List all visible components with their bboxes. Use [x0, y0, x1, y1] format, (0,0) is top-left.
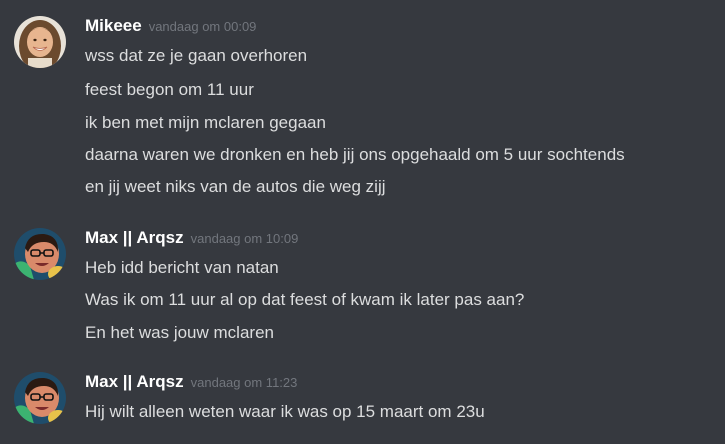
message-text: Hij wilt alleen weten waar ik was op 15 … [85, 402, 485, 421]
avatar[interactable] [14, 372, 66, 424]
message-text: feest begon om 11 uur [85, 80, 254, 99]
girl-avatar-icon [14, 16, 66, 68]
cartoon-avatar-icon [14, 228, 66, 280]
message-text: Heb idd bericht van natan [85, 258, 279, 277]
chat-message-list: Mikeee vandaag om 00:09 wss dat ze je gaa… [0, 0, 725, 444]
message-group: Max || Arqsz vandaag om 11:23 Hij wilt al… [0, 372, 725, 432]
message-text: en jij weet niks van de autos die weg zi… [85, 177, 386, 196]
message-text: ik ben met mijn mclaren gegaan [85, 113, 326, 132]
username[interactable]: Mikeee [85, 16, 142, 35]
message-group: Mikeee vandaag om 00:09 wss dat ze je gaa… [0, 16, 725, 206]
message-header: Max || Arqsz vandaag om 10:09 [85, 228, 298, 250]
message-text: Was ik om 11 uur al op dat feest of kwam… [85, 290, 525, 309]
username[interactable]: Max || Arqsz [85, 228, 184, 247]
timestamp[interactable]: vandaag om 00:09 [149, 19, 257, 34]
cartoon-avatar-icon [14, 372, 66, 424]
message-text: wss dat ze je gaan overhoren [85, 46, 308, 65]
timestamp[interactable]: vandaag om 10:09 [191, 231, 299, 246]
message-text: daarna waren we dronken en heb jij ons o… [85, 145, 625, 164]
message-header: Max || Arqsz vandaag om 11:23 [85, 372, 297, 394]
avatar[interactable] [14, 16, 66, 68]
username[interactable]: Max || Arqsz [85, 372, 184, 391]
timestamp[interactable]: vandaag om 11:23 [191, 375, 298, 390]
message-header: Mikeee vandaag om 00:09 [85, 16, 256, 38]
avatar[interactable] [14, 228, 66, 280]
message-text: En het was jouw mclaren [85, 323, 274, 342]
message-group: Max || Arqsz vandaag om 10:09 Heb idd ber… [0, 228, 725, 348]
